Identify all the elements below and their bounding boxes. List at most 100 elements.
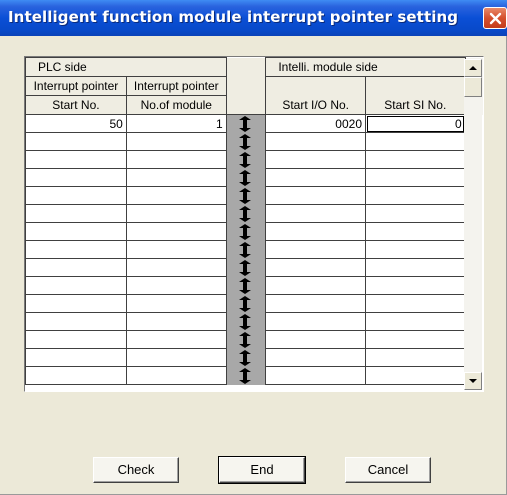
start-si-cell[interactable] (365, 348, 466, 367)
double-arrow-icon (238, 313, 251, 330)
start-si-cell[interactable] (365, 294, 466, 313)
col-interrupt-start-line2: Start No. (25, 95, 127, 115)
start-si-cell[interactable] (365, 240, 466, 259)
double-arrow-icon (238, 116, 251, 132)
interrupt-count-cell[interactable] (125, 132, 227, 151)
arrow-separator (225, 114, 267, 133)
interrupt-count-cell[interactable] (125, 258, 227, 277)
interrupt-start-cell[interactable] (25, 204, 127, 223)
arrow-separator (225, 168, 267, 187)
interrupt-start-cell[interactable] (25, 186, 127, 205)
arrow-separator (225, 366, 267, 385)
arrow-separator (225, 132, 267, 151)
start-si-cell[interactable] (365, 186, 466, 205)
scroll-thumb[interactable] (464, 77, 482, 97)
start-io-cell[interactable] (265, 366, 366, 385)
arrow-separator (225, 204, 267, 223)
start-io-cell[interactable] (265, 294, 366, 313)
title-bar[interactable]: Intelligent function module interrupt po… (0, 0, 507, 36)
table-row (25, 204, 484, 223)
table-row (25, 276, 484, 295)
double-arrow-icon (238, 187, 251, 204)
double-arrow-icon (238, 277, 251, 294)
start-si-cell[interactable] (365, 258, 466, 277)
interrupt-count-cell[interactable] (125, 348, 227, 367)
start-io-cell[interactable] (265, 168, 366, 187)
col-interrupt-count-line1: Interrupt pointer (125, 76, 227, 96)
interrupt-count-cell[interactable] (125, 150, 227, 169)
start-io-cell[interactable] (265, 276, 366, 295)
start-io-cell[interactable] (265, 204, 366, 223)
start-si-cell[interactable] (365, 312, 466, 331)
arrow-separator (225, 240, 267, 259)
interrupt-start-cell[interactable] (25, 294, 127, 313)
end-button[interactable]: End (218, 456, 306, 484)
interrupt-start-cell[interactable] (25, 150, 127, 169)
scroll-down-icon (469, 379, 477, 383)
interrupt-count-cell[interactable] (125, 276, 227, 295)
scroll-down-button[interactable] (464, 372, 482, 390)
settings-table: PLC side Intelli. module side Interrupt … (25, 57, 483, 385)
arrow-separator (225, 294, 267, 313)
cancel-button[interactable]: Cancel (345, 457, 431, 483)
double-arrow-icon (238, 295, 251, 312)
interrupt-start-cell[interactable] (25, 168, 127, 187)
interrupt-count-cell[interactable] (125, 240, 227, 259)
start-io-cell[interactable] (265, 348, 366, 367)
start-io-cell[interactable]: 0020 (265, 114, 366, 133)
dialog-window: Intelligent function module interrupt po… (0, 0, 507, 495)
interrupt-count-cell[interactable] (125, 204, 227, 223)
interrupt-start-cell[interactable] (25, 330, 127, 349)
start-si-cell[interactable] (365, 204, 466, 223)
start-si-cell[interactable] (365, 132, 466, 151)
interrupt-count-cell[interactable] (125, 168, 227, 187)
interrupt-start-cell[interactable] (25, 258, 127, 277)
start-io-cell[interactable] (265, 240, 366, 259)
interrupt-start-cell[interactable] (25, 222, 127, 241)
start-si-cell[interactable] (365, 150, 466, 169)
interrupt-count-cell[interactable] (125, 366, 227, 385)
table-row (25, 222, 484, 241)
scroll-up-button[interactable] (464, 59, 482, 77)
start-si-cell[interactable] (365, 366, 466, 385)
close-button[interactable] (483, 7, 507, 29)
start-si-cell[interactable] (365, 168, 466, 187)
table-row (25, 240, 484, 259)
check-button[interactable]: Check (93, 457, 179, 483)
start-io-cell[interactable] (265, 150, 366, 169)
start-io-cell[interactable] (265, 312, 366, 331)
double-arrow-icon (238, 241, 251, 258)
start-io-cell[interactable] (265, 132, 366, 151)
arrow-separator (225, 186, 267, 205)
interrupt-start-cell[interactable]: 50 (25, 114, 127, 133)
interrupt-start-cell[interactable] (25, 348, 127, 367)
table-row (25, 330, 484, 349)
interrupt-count-cell[interactable] (125, 186, 227, 205)
interrupt-start-cell[interactable] (25, 240, 127, 259)
interrupt-start-cell[interactable] (25, 366, 127, 385)
vertical-scrollbar[interactable] (464, 59, 482, 390)
interrupt-count-cell[interactable]: 1 (125, 114, 227, 133)
interrupt-count-cell[interactable] (125, 312, 227, 331)
interrupt-pointer-grid: PLC side Intelli. module side Interrupt … (24, 56, 484, 392)
start-si-cell[interactable] (365, 276, 466, 295)
intelli-side-header: Intelli. module side (265, 57, 466, 77)
interrupt-start-cell[interactable] (25, 276, 127, 295)
interrupt-start-cell[interactable] (25, 312, 127, 331)
table-row (25, 150, 484, 169)
interrupt-start-cell[interactable] (25, 132, 127, 151)
start-si-cell[interactable] (365, 330, 466, 349)
arrow-separator (225, 150, 267, 169)
start-io-cell[interactable] (265, 186, 366, 205)
interrupt-count-cell[interactable] (125, 330, 227, 349)
interrupt-count-cell[interactable] (125, 294, 227, 313)
start-io-cell[interactable] (265, 330, 366, 349)
start-si-cell[interactable]: 0 (365, 114, 466, 133)
start-si-cell[interactable] (365, 222, 466, 241)
start-io-cell[interactable] (265, 258, 366, 277)
start-io-cell[interactable] (265, 222, 366, 241)
table-row (25, 294, 484, 313)
table-row (25, 168, 484, 187)
double-arrow-icon (238, 205, 251, 222)
interrupt-count-cell[interactable] (125, 222, 227, 241)
